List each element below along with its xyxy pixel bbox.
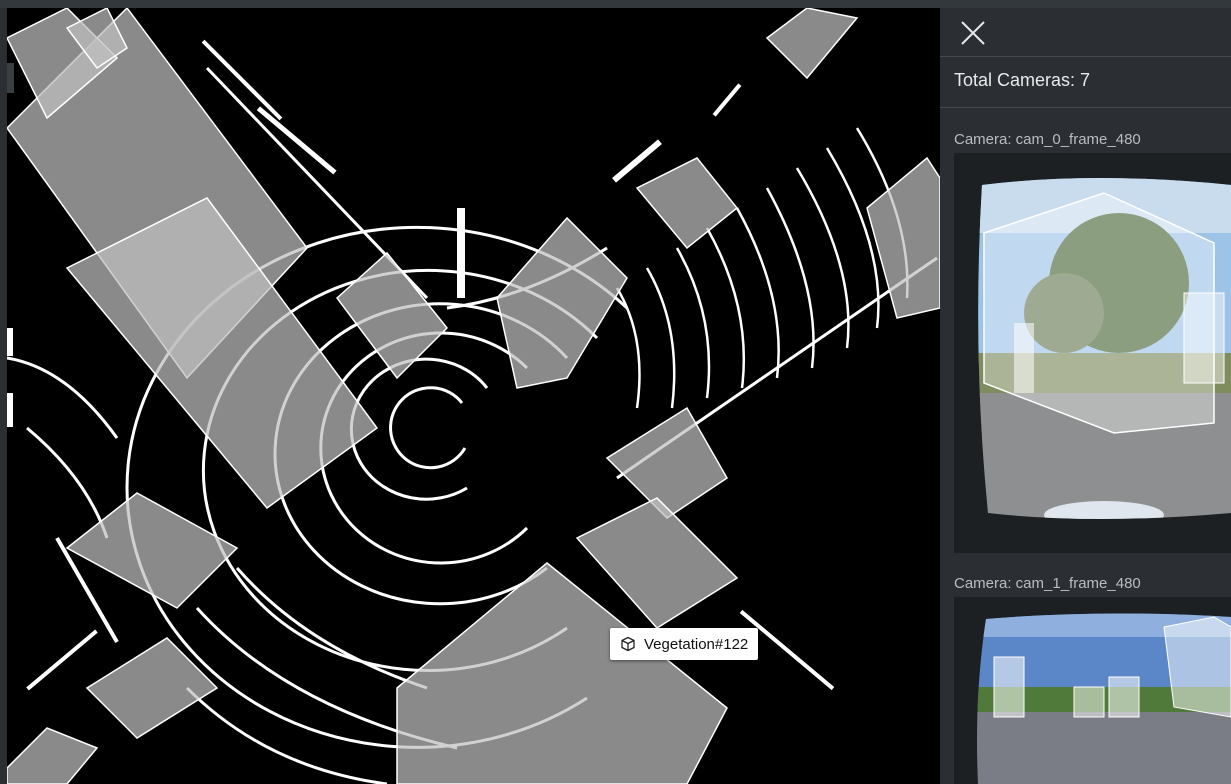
lidar-scene[interactable] — [7, 8, 940, 784]
tooltip-label: Vegetation#122 — [644, 635, 749, 653]
close-icon — [961, 21, 985, 45]
camera-frame-cam-1 — [977, 613, 1231, 784]
divider — [940, 56, 1231, 57]
bbox-object-top-right — [765, 8, 859, 80]
edge-marker — [7, 393, 13, 427]
cube-icon — [621, 636, 635, 652]
camera-label: Camera: cam_1_frame_480 — [954, 575, 1141, 592]
bbox-object-mid-right — [605, 406, 728, 519]
edge-marker — [7, 328, 13, 356]
bbox-object-upper-right — [635, 157, 739, 250]
close-button[interactable] — [956, 16, 990, 50]
camera-sidebar: Total Cameras: 7 Camera: cam_0_frame_480… — [940, 8, 1231, 784]
lidar-arcs-right — [615, 127, 909, 409]
point-cloud-viewer[interactable]: Vegetation#122 — [7, 8, 940, 784]
camera-image[interactable] — [954, 153, 1231, 553]
camera-label: Camera: cam_0_frame_480 — [954, 131, 1141, 148]
bbox-vegetation-center-left — [65, 197, 379, 510]
total-cameras: Total Cameras: 7 — [954, 70, 1091, 90]
bbox-object-bottom-left — [85, 637, 219, 739]
bbox-object-left-lower — [65, 492, 239, 609]
camera-frame-cam-0 — [978, 178, 1231, 519]
divider — [940, 107, 1231, 108]
edge-tab[interactable] — [7, 63, 14, 93]
bbox-object-bottom-corner — [7, 727, 99, 784]
camera-image[interactable] — [954, 597, 1231, 784]
object-tooltip: Vegetation#122 — [610, 628, 759, 660]
top-bar — [0, 0, 1231, 8]
